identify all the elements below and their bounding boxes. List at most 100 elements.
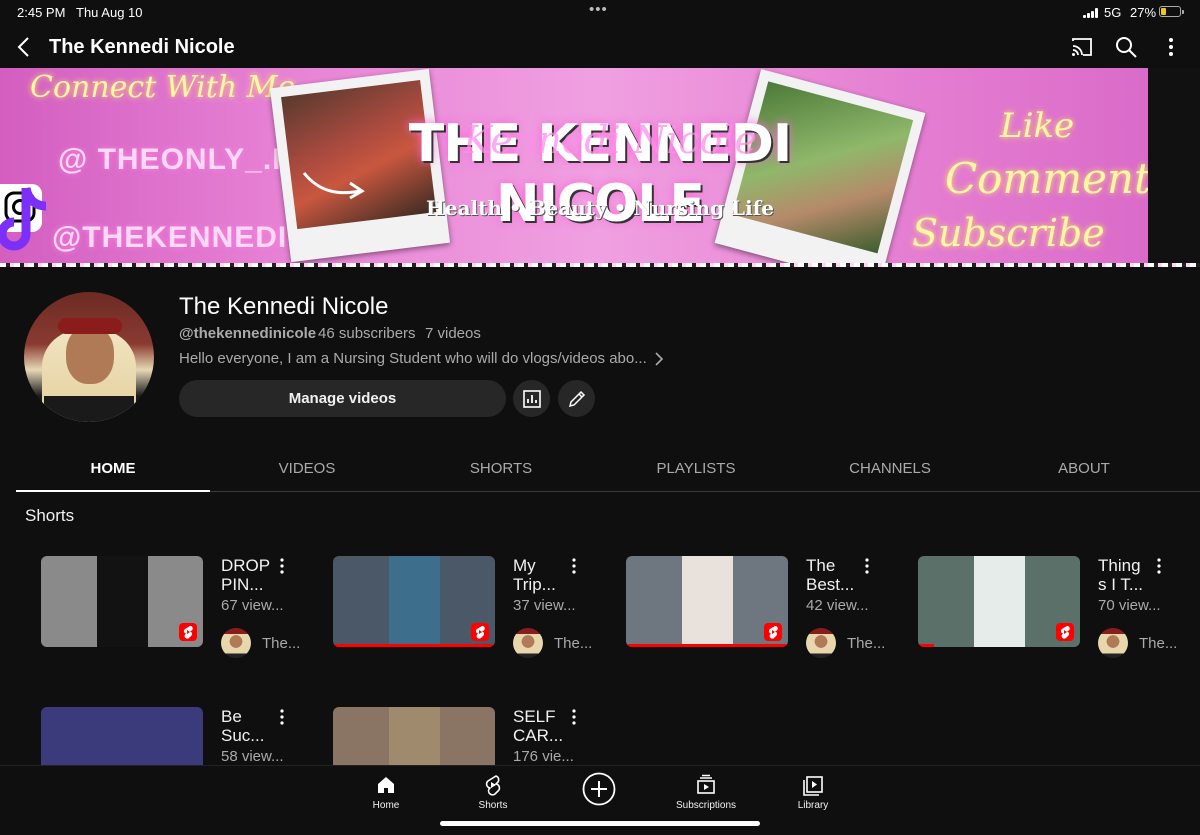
short-title-line-1: SELF [513, 707, 556, 726]
nav-shorts-label: Shorts [478, 800, 508, 811]
short-card[interactable]: My Trip... 37 view... The... [333, 556, 603, 676]
short-title-line-1: The [806, 556, 836, 575]
more-vert-icon[interactable] [862, 557, 872, 575]
shorts-section-heading: Shorts [25, 506, 75, 525]
banner-subtitle: Health • Beauty • Nursing Life [425, 196, 775, 220]
subscriber-count: 46 subscribers [318, 325, 416, 342]
shorts-badge-icon [1056, 623, 1074, 641]
short-title[interactable]: The Best... [806, 556, 861, 594]
channel-avatar[interactable] [24, 292, 154, 422]
short-thumbnail[interactable] [626, 556, 788, 647]
back-button[interactable] [12, 34, 38, 60]
cast-button[interactable] [1070, 36, 1094, 58]
tab-shorts[interactable]: SHORTS [404, 452, 598, 491]
battery-icon [1159, 6, 1184, 17]
channel-handle: @thekennedinicole [179, 325, 317, 342]
author-avatar[interactable] [806, 628, 836, 658]
more-options-button[interactable] [1159, 35, 1183, 59]
short-author: The... [847, 635, 886, 652]
chevron-left-icon [17, 37, 29, 57]
home-indicator[interactable] [440, 821, 760, 826]
short-thumbnail-frame [389, 556, 440, 647]
more-vert-icon[interactable] [569, 708, 579, 726]
short-title-line-2: s I T... [1098, 575, 1144, 594]
shorts-icon [485, 775, 501, 796]
nav-library-label: Library [797, 800, 829, 811]
subscriptions-icon [697, 774, 715, 794]
channel-description[interactable]: Hello everyone, I am a Nursing Student w… [179, 350, 647, 367]
short-title[interactable]: SELF CAR... [513, 707, 568, 745]
nav-subscriptions-label: Subscriptions [675, 800, 737, 811]
shorts-badge-icon [471, 623, 489, 641]
banner-script-title: Kennedi Nicole [462, 118, 758, 162]
author-avatar[interactable] [221, 628, 251, 658]
analytics-button[interactable] [513, 380, 550, 417]
cast-icon [1072, 38, 1092, 56]
short-views: 70 view... [1098, 597, 1161, 614]
manage-videos-button[interactable]: Manage videos [179, 380, 506, 417]
short-thumbnail-frame [682, 556, 733, 647]
tab-channels[interactable]: CHANNELS [793, 452, 987, 491]
chevron-right-icon[interactable] [652, 351, 666, 367]
author-avatar[interactable] [1098, 628, 1128, 658]
watch-progress-bar [626, 644, 788, 647]
more-vert-icon[interactable] [277, 557, 287, 575]
channel-name: The Kennedi Nicole [179, 293, 389, 320]
short-author: The... [262, 635, 301, 652]
banner-subscribe-text: Subscribe [912, 211, 1105, 255]
short-views: 37 view... [513, 597, 576, 614]
more-vert-icon[interactable] [569, 557, 579, 575]
tab-videos[interactable]: VIDEOS [210, 452, 404, 491]
library-icon [803, 776, 823, 796]
nav-home-label: Home [372, 800, 400, 811]
watch-progress-bar [918, 644, 935, 647]
short-title[interactable]: My Trip... [513, 556, 568, 594]
short-views: 58 view... [221, 748, 284, 765]
status-bar: 2:45 PM Thu Aug 10 ••• 5G 27% [0, 0, 1200, 26]
nav-shorts[interactable]: Shorts [453, 774, 533, 811]
home-icon [378, 777, 394, 793]
short-title-line-2: CAR... [513, 726, 564, 745]
create-button[interactable] [582, 772, 616, 806]
tab-playlists[interactable]: PLAYLISTS [599, 452, 793, 491]
short-card[interactable]: The Best... 42 view... The... [626, 556, 896, 676]
short-author: The... [554, 635, 593, 652]
shorts-badge-icon [179, 623, 197, 641]
short-thumbnail-frame [97, 556, 148, 647]
nav-home[interactable]: Home [346, 774, 426, 811]
short-title-line-1: DROP [221, 556, 271, 575]
multitasking-dots-icon[interactable]: ••• [589, 1, 608, 18]
short-title[interactable]: Be Suc... [221, 707, 276, 745]
more-vert-icon[interactable] [1154, 557, 1164, 575]
short-thumbnail[interactable] [333, 556, 495, 647]
short-card[interactable]: DROP PIN... 67 view... The... [41, 556, 311, 676]
analytics-icon [522, 389, 541, 408]
status-date: Thu Aug 10 [76, 5, 143, 20]
create-icon [582, 772, 616, 806]
short-title-line-1: My [513, 556, 536, 575]
short-views: 67 view... [221, 597, 284, 614]
more-vert-icon [1169, 38, 1173, 56]
short-title-line-1: Thing [1098, 556, 1141, 575]
search-button[interactable] [1114, 35, 1138, 59]
short-card[interactable]: Thing s I T... 70 view... The... [918, 556, 1188, 676]
tab-about[interactable]: ABOUT [987, 452, 1181, 491]
network-label: 5G [1104, 5, 1122, 20]
short-title[interactable]: Thing s I T... [1098, 556, 1153, 594]
tab-home[interactable]: HOME [16, 452, 210, 492]
page-title: The Kennedi Nicole [49, 36, 235, 58]
battery-percent: 27% [1130, 5, 1157, 20]
more-vert-icon[interactable] [277, 708, 287, 726]
short-title-line-1: Be [221, 707, 242, 726]
short-thumbnail[interactable] [918, 556, 1080, 647]
edit-channel-button[interactable] [558, 380, 595, 417]
pencil-icon [568, 390, 585, 407]
nav-subscriptions[interactable]: Subscriptions [666, 774, 746, 811]
short-title[interactable]: DROP PIN... [221, 556, 276, 594]
status-time: 2:45 PM [17, 5, 66, 20]
short-thumbnail[interactable] [41, 556, 203, 647]
short-title-line-2: Best... [806, 575, 855, 594]
arrow-icon [302, 172, 365, 200]
nav-library[interactable]: Library [773, 774, 853, 811]
author-avatar[interactable] [513, 628, 543, 658]
